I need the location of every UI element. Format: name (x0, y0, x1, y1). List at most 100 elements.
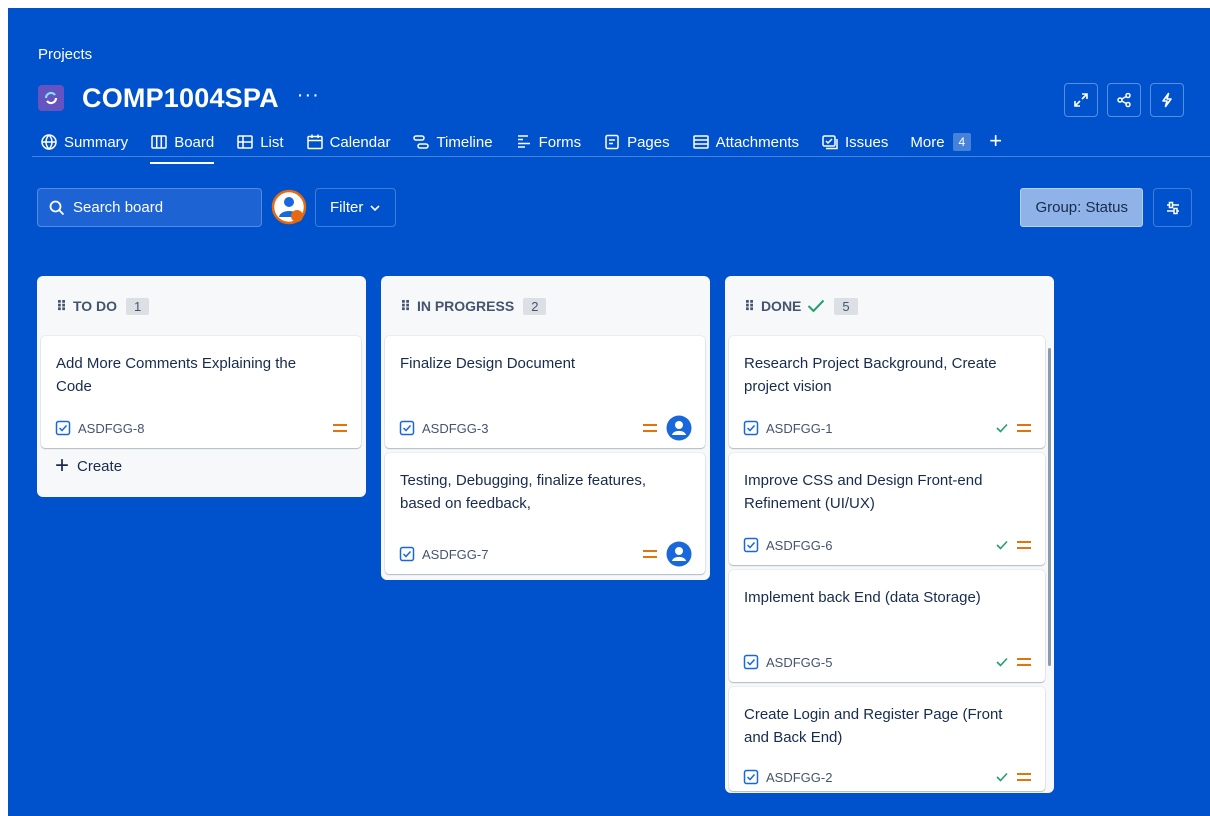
task-checkbox-icon (743, 769, 759, 785)
card-footer: ASDFGG-1 (743, 418, 1032, 438)
project-avatar-icon[interactable] (38, 85, 64, 111)
plus-icon: + (55, 452, 70, 479)
card-title: Finalize Design Document (400, 355, 576, 372)
column-scrollbar[interactable] (1048, 348, 1051, 666)
search-input[interactable] (73, 199, 243, 216)
tab-summary[interactable]: Summary (40, 128, 128, 156)
priority-medium-icon (333, 424, 347, 432)
column-count: 1 (126, 297, 150, 315)
issue-card[interactable]: Improve CSS and Design Front-end Refinem… (729, 453, 1045, 565)
drag-handle-icon[interactable]: ⠿ (400, 298, 411, 315)
view-settings-button[interactable] (1153, 188, 1192, 227)
tab-label: Forms (538, 133, 582, 151)
column-done: ⠿ DONE 5 Research Project Background, Cr… (725, 276, 1054, 793)
tab-attachments[interactable]: Attachments (692, 128, 799, 156)
issue-key[interactable]: ASDFGG-5 (766, 655, 832, 670)
column-todo: ⠿ TO DO 1 Add More Comments Explaining t… (37, 276, 366, 497)
done-check-icon (808, 299, 825, 313)
tab-calendar[interactable]: Calendar (306, 128, 391, 156)
lightning-icon (1162, 92, 1172, 108)
tab-label: Summary (64, 133, 129, 151)
project-title: COMP1004SPA (82, 82, 279, 113)
breadcrumb-projects[interactable]: Projects (38, 46, 92, 63)
card-title: Improve CSS and Design Front-end Refinem… (744, 472, 983, 512)
done-check-icon (996, 540, 1008, 550)
tab-label: Issues (845, 133, 889, 151)
card-footer: ASDFGG-7 (399, 541, 692, 567)
issue-card[interactable]: Add More Comments Explaining the Code AS… (41, 336, 361, 448)
priority-medium-icon (1017, 541, 1031, 549)
board-app: Projects COMP1004SPA ··· Summary Board L… (8, 8, 1210, 816)
card-meta (642, 541, 692, 567)
issue-key[interactable]: ASDFGG-6 (766, 538, 832, 553)
done-check-icon (996, 772, 1008, 782)
tab-label: Pages (627, 133, 670, 151)
create-label: Create (77, 457, 123, 475)
automation-button[interactable] (1150, 83, 1184, 117)
search-board[interactable] (37, 188, 262, 227)
assignee-avatar-icon[interactable] (666, 415, 692, 441)
issue-key[interactable]: ASDFGG-3 (422, 421, 488, 436)
tab-timeline[interactable]: Timeline (412, 128, 493, 156)
tab-forms[interactable]: Forms (515, 128, 582, 156)
card-meta (996, 657, 1032, 667)
task-checkbox-icon (55, 420, 71, 436)
issue-key[interactable]: ASDFGG-8 (78, 421, 144, 436)
create-issue-button[interactable]: + Create (55, 452, 123, 479)
project-header: COMP1004SPA ··· (38, 80, 320, 116)
tab-label: More (910, 133, 945, 151)
drag-handle-icon[interactable]: ⠿ (56, 298, 67, 315)
share-button[interactable] (1107, 83, 1141, 117)
group-label: Group: Status (1035, 199, 1128, 216)
project-more-icon[interactable]: ··· (297, 85, 320, 105)
tab-label: Board (174, 133, 215, 151)
task-checkbox-icon (743, 654, 759, 670)
column-title: IN PROGRESS (416, 298, 515, 314)
card-meta (332, 423, 348, 433)
tabs-divider (32, 156, 1210, 157)
expand-icon (1074, 93, 1088, 107)
issue-card[interactable]: Create Login and Register Page (Front an… (729, 687, 1045, 791)
priority-medium-icon (1017, 773, 1031, 781)
forms-icon (517, 135, 530, 148)
card-footer: ASDFGG-6 (743, 535, 1032, 555)
issue-card[interactable]: Finalize Design Document ASDFGG-3 (385, 336, 705, 448)
board-icon (151, 135, 167, 149)
tab-board[interactable]: Board (150, 128, 215, 164)
filter-button[interactable]: Filter (315, 188, 397, 227)
calendar-icon (306, 134, 323, 150)
tab-more[interactable]: More 4 (910, 128, 972, 156)
tab-pages[interactable]: Pages (603, 128, 670, 156)
column-count: 5 (834, 297, 858, 315)
drag-handle-icon[interactable]: ⠿ (744, 298, 755, 315)
user-avatar-filter-icon[interactable] (271, 189, 307, 225)
issue-card[interactable]: Implement back End (data Storage) ASDFGG… (729, 570, 1045, 682)
issue-card[interactable]: Research Project Background, Create proj… (729, 336, 1045, 448)
add-tab-button[interactable]: + (989, 128, 1002, 154)
card-title: Create Login and Register Page (Front an… (744, 706, 1003, 746)
card-meta (642, 415, 692, 441)
column-in-progress: ⠿ IN PROGRESS 2 Finalize Design Document… (381, 276, 710, 580)
filter-label: Filter (330, 199, 364, 216)
issue-key[interactable]: ASDFGG-2 (766, 770, 832, 785)
card-meta (996, 772, 1032, 782)
tab-label: Calendar (329, 133, 391, 151)
attachments-icon (692, 135, 709, 149)
issue-key[interactable]: ASDFGG-7 (422, 547, 488, 562)
tab-label: Timeline (436, 133, 493, 151)
column-header[interactable]: ⠿ TO DO 1 (37, 276, 366, 336)
task-checkbox-icon (399, 420, 415, 436)
column-header[interactable]: ⠿ IN PROGRESS 2 (381, 276, 710, 336)
tab-issues[interactable]: Issues (821, 128, 888, 156)
list-icon (237, 135, 253, 149)
assignee-avatar-icon[interactable] (666, 541, 692, 567)
tab-list[interactable]: List (236, 128, 284, 156)
fullscreen-button[interactable] (1064, 83, 1098, 117)
column-title: TO DO (72, 298, 118, 314)
task-checkbox-icon (743, 537, 759, 553)
group-by-button[interactable]: Group: Status (1020, 188, 1143, 227)
column-header[interactable]: ⠿ DONE 5 (725, 276, 1054, 336)
card-title: Add More Comments Explaining the Code (56, 355, 297, 395)
issue-card[interactable]: Testing, Debugging, finalize features, b… (385, 453, 705, 574)
issue-key[interactable]: ASDFGG-1 (766, 421, 832, 436)
